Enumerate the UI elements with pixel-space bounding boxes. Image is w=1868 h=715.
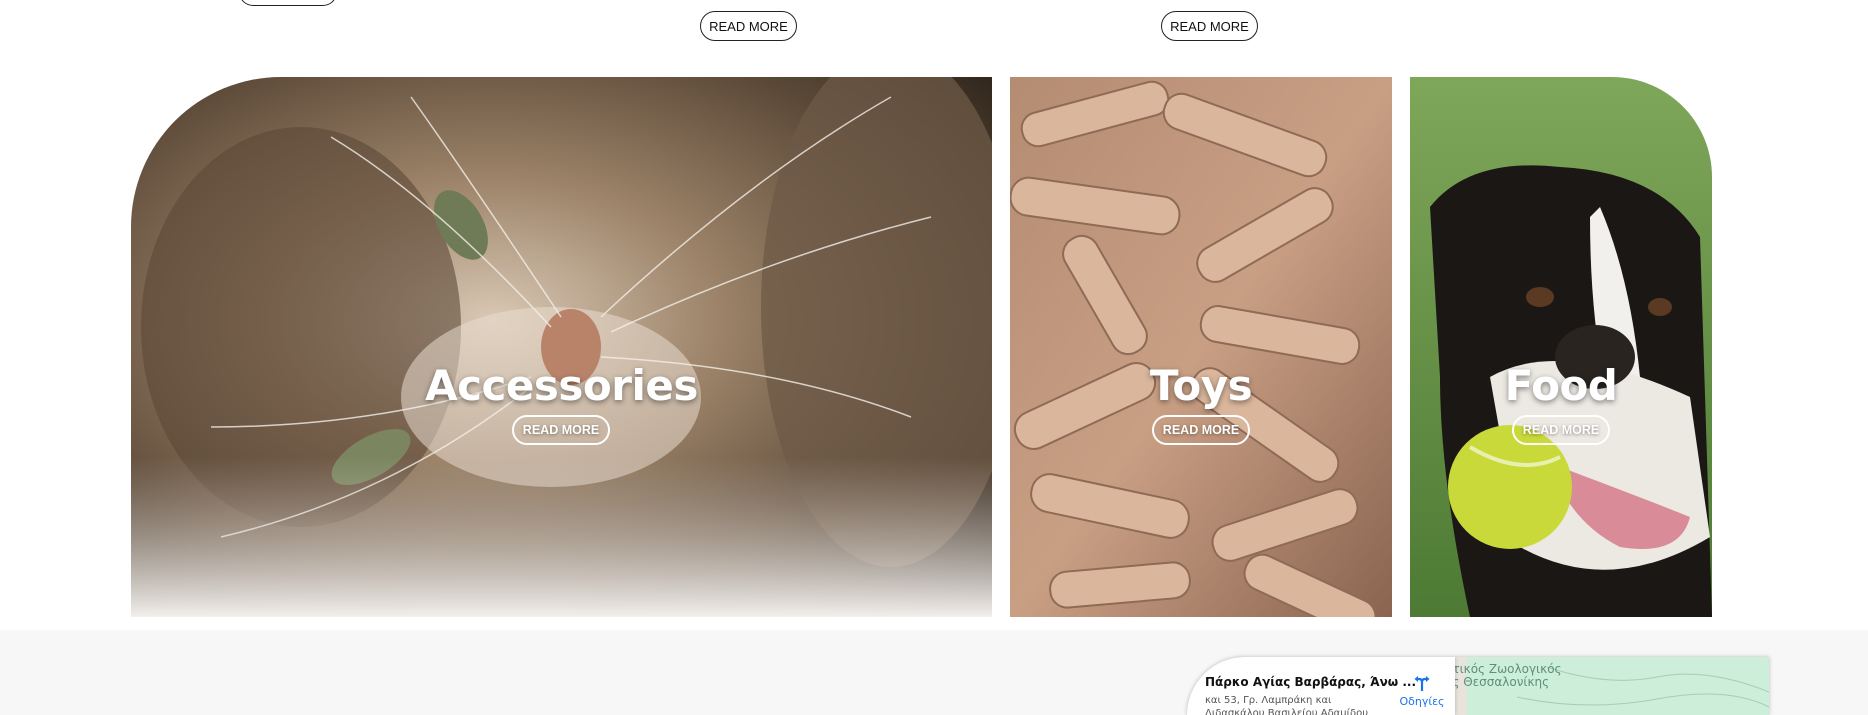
read-more-button-food[interactable]: READ MORE xyxy=(1512,415,1610,445)
map-poi-line2: ος Θεσσαλονίκης xyxy=(1445,675,1550,689)
read-more-button-top-1[interactable]: READ MORE xyxy=(700,11,797,41)
read-more-button-accessories[interactable]: READ MORE xyxy=(512,415,610,445)
map-place-card: Πάρκο Αγίας Βαρβάρας, Άνω ... και 53, Γρ… xyxy=(1187,657,1455,715)
map-address-line2: Διδασκάλου Βασιλείου Αδαμίδου xyxy=(1205,708,1369,715)
read-more-button-top-2[interactable]: READ MORE xyxy=(1161,11,1258,41)
cat-image xyxy=(131,77,992,617)
map-place-title[interactable]: Πάρκο Αγίας Βαρβάρας, Άνω ... xyxy=(1205,675,1416,689)
category-card-accessories[interactable]: Accessories READ MORE xyxy=(131,77,992,617)
biscuits-image xyxy=(1010,77,1392,617)
dog-image xyxy=(1410,77,1712,617)
directions-button[interactable]: Οδηγίες xyxy=(1399,673,1445,708)
previous-read-more-button[interactable] xyxy=(239,0,337,6)
category-title-accessories: Accessories xyxy=(425,361,698,410)
directions-icon xyxy=(1414,676,1430,691)
category-title-food: Food xyxy=(1504,361,1618,410)
map-poi-label: οτικός Ζωολογικός ος Θεσσαλονίκης xyxy=(1445,663,1562,689)
category-card-food[interactable]: Food READ MORE xyxy=(1410,77,1712,617)
directions-label: Οδηγίες xyxy=(1399,695,1445,708)
category-card-toys[interactable]: Toys READ MORE xyxy=(1010,77,1392,617)
embedded-map[interactable]: οτικός Ζωολογικός ος Θεσσαλονίκης Πάρκο … xyxy=(1187,657,1769,715)
map-place-address: και 53, Γρ. Λαμπράκη και Διδασκάλου Βασι… xyxy=(1205,694,1368,715)
read-more-button-toys[interactable]: READ MORE xyxy=(1152,415,1250,445)
category-title-toys: Toys xyxy=(1149,361,1253,410)
map-address-line1: και 53, Γρ. Λαμπράκη και xyxy=(1205,695,1332,706)
